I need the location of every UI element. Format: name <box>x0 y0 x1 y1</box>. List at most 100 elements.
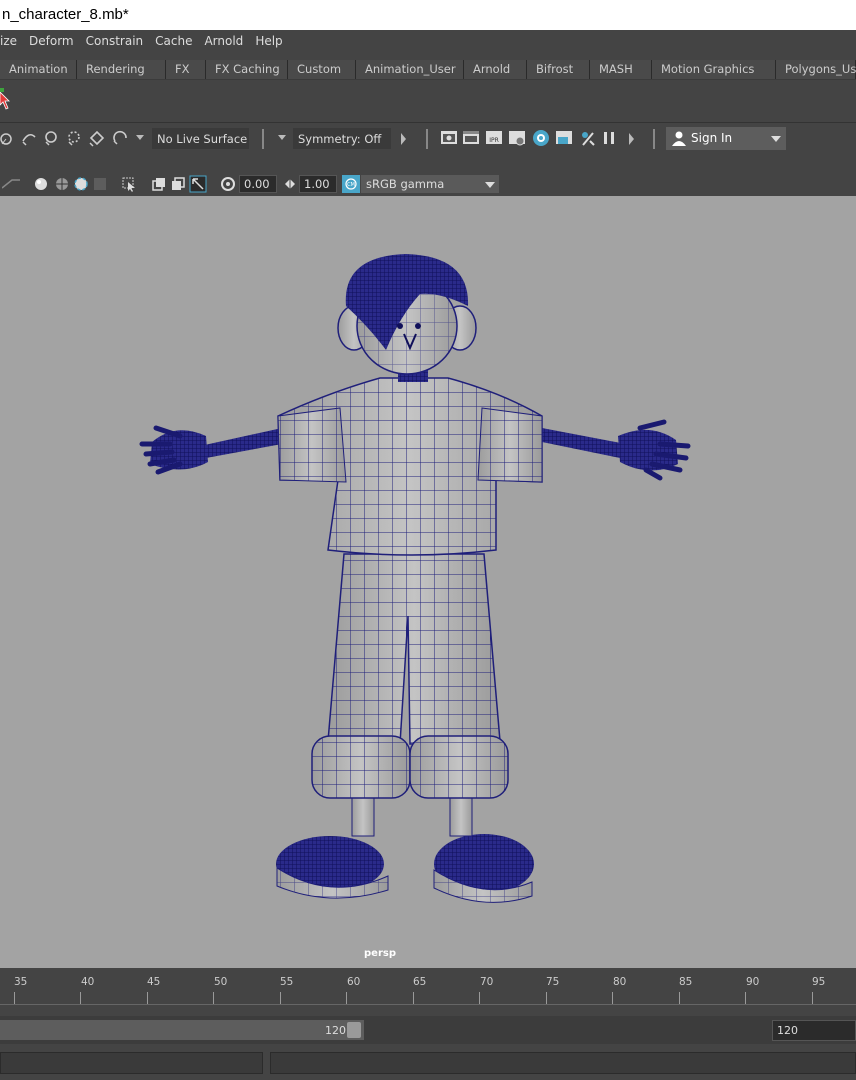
select-tool-icon[interactable] <box>0 88 12 114</box>
tick-label: 70 <box>480 976 494 988</box>
collapse-arrow-icon[interactable] <box>629 131 635 147</box>
tick-label: 95 <box>812 976 826 988</box>
light-editor-icon[interactable] <box>579 129 597 147</box>
character-wireframe[interactable] <box>0 196 856 968</box>
shelf-tab-polygons-user[interactable]: Polygons_Us <box>776 60 856 79</box>
range-end-value: 120 <box>325 1024 346 1037</box>
tick-label: 60 <box>347 976 361 988</box>
tick-label: 65 <box>413 976 427 988</box>
textured-icon[interactable] <box>73 176 89 192</box>
symmetry-field[interactable]: Symmetry: Off <box>293 128 391 149</box>
xray-active-components-icon[interactable] <box>189 175 207 193</box>
svg-text:IPR: IPR <box>489 137 499 144</box>
shelf-content <box>0 80 856 123</box>
status-divider <box>262 129 264 149</box>
animation-end-field[interactable]: 120 <box>772 1020 856 1041</box>
symmetry-dropdown-arrow-icon[interactable] <box>278 135 286 141</box>
color-management-icon[interactable]: CM <box>342 175 360 193</box>
hypershade-icon[interactable] <box>531 128 551 148</box>
shelf-tab-motion-graphics[interactable]: Motion Graphics <box>652 60 776 79</box>
left-shoe <box>276 836 389 899</box>
live-surface-field[interactable]: No Live Surface <box>152 128 249 149</box>
menu-item-arnold[interactable]: Arnold <box>198 34 249 48</box>
right-arm <box>542 419 691 481</box>
make-live-icon[interactable] <box>88 129 106 147</box>
time-slider[interactable]: 35 40 45 50 55 60 65 70 75 80 85 90 95 <box>0 968 856 1012</box>
color-space-select[interactable]: sRGB gamma <box>361 175 499 193</box>
status-line: No Live Surface Symmetry: Off IPR Sign I… <box>0 124 856 154</box>
tick-label: 35 <box>14 976 28 988</box>
command-input[interactable] <box>0 1052 263 1074</box>
sign-in-button[interactable]: Sign In <box>666 127 786 150</box>
menu-item-modify[interactable]: ize <box>0 34 23 48</box>
ipr-render-icon[interactable]: IPR <box>485 129 503 147</box>
range-slider: 120 120 <box>0 1016 856 1044</box>
shelf-tab-fx[interactable]: FX <box>166 60 206 79</box>
collapse-arrow-icon[interactable] <box>401 131 407 147</box>
tick-mark <box>546 992 547 1004</box>
gamma-icon[interactable] <box>283 176 297 192</box>
chevron-down-icon[interactable] <box>485 182 495 188</box>
tick-label: 90 <box>746 976 760 988</box>
tick-label: 45 <box>147 976 161 988</box>
render-settings-icon[interactable] <box>508 129 526 147</box>
shelf-tab-animation[interactable]: Animation <box>0 60 77 79</box>
shelf-tab-bifrost[interactable]: Bifrost <box>527 60 590 79</box>
snap-to-grid-icon[interactable] <box>0 130 14 148</box>
exposure-icon[interactable] <box>220 176 236 192</box>
tick-label: 40 <box>81 976 95 988</box>
tick-mark <box>745 992 746 1004</box>
smooth-shade-icon[interactable] <box>33 176 49 192</box>
left-arm <box>139 425 282 475</box>
shelf-tab-animation-user[interactable]: Animation_User <box>356 60 464 79</box>
live-surface-dropdown-arrow-icon[interactable] <box>136 135 144 141</box>
exposure-field[interactable]: 0.00 <box>239 175 277 193</box>
shading-wire-icon[interactable] <box>2 178 20 190</box>
render-frame-icon[interactable] <box>462 129 480 147</box>
render-setup-icon[interactable] <box>555 129 573 147</box>
shelf-tab-custom[interactable]: Custom <box>288 60 356 79</box>
tick-mark <box>413 992 414 1004</box>
shelf-tab-mash[interactable]: MASH <box>590 60 652 79</box>
tick-label: 75 <box>546 976 560 988</box>
tick-mark <box>679 992 680 1004</box>
gamma-field[interactable]: 1.00 <box>299 175 337 193</box>
right-shoe <box>433 834 534 903</box>
right-ankle <box>449 795 473 837</box>
xray-icon[interactable] <box>151 176 167 192</box>
snap-to-curve-icon[interactable] <box>20 129 38 147</box>
range-slider-bar[interactable] <box>0 1020 364 1040</box>
svg-text:CM: CM <box>347 182 355 188</box>
viewport-panel-toolbar: 0.00 1.00 CM sRGB gamma <box>0 172 856 196</box>
tick-mark <box>213 992 214 1004</box>
snap-to-live-icon[interactable] <box>112 129 130 147</box>
wireframe-on-shaded-icon[interactable] <box>54 176 70 192</box>
pause-viewport-icon[interactable] <box>602 130 616 146</box>
left-ankle <box>351 795 375 837</box>
render-view-icon[interactable] <box>440 129 458 147</box>
menu-item-deform[interactable]: Deform <box>23 34 80 48</box>
menu-item-cache[interactable]: Cache <box>149 34 198 48</box>
command-result <box>270 1052 856 1074</box>
tick-mark <box>812 992 813 1004</box>
shelf-tab-arnold[interactable]: Arnold <box>464 60 527 79</box>
tick-label: 80 <box>613 976 627 988</box>
snap-to-view-plane-icon[interactable] <box>66 129 84 147</box>
time-slider-baseline <box>0 1004 856 1005</box>
shelf-tab-fx-caching[interactable]: FX Caching <box>206 60 288 79</box>
range-slider-handle[interactable] <box>347 1022 361 1038</box>
isolate-select-icon[interactable] <box>121 176 137 192</box>
shirt <box>277 377 543 556</box>
tick-mark <box>147 992 148 1004</box>
snap-to-point-icon[interactable] <box>42 129 60 147</box>
xray-joints-icon[interactable] <box>170 176 186 192</box>
shelf-tab-rendering[interactable]: Rendering <box>77 60 166 79</box>
user-icon <box>672 131 686 146</box>
trousers <box>311 553 509 799</box>
use-all-lights-icon[interactable] <box>92 176 108 192</box>
status-divider <box>653 129 655 149</box>
tick-mark <box>14 992 15 1004</box>
menu-item-help[interactable]: Help <box>249 34 288 48</box>
perspective-viewport[interactable]: persp <box>0 196 856 968</box>
menu-item-constrain[interactable]: Constrain <box>80 34 150 48</box>
